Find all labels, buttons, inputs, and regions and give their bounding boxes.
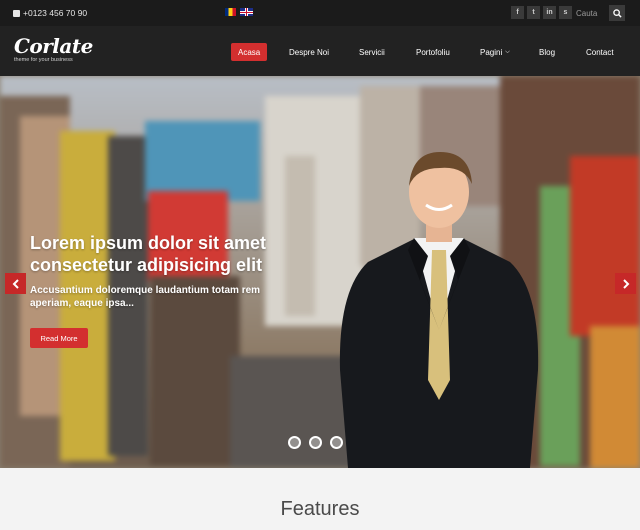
nav-label: Pagini <box>480 47 503 57</box>
chevron-right-icon <box>622 278 629 289</box>
nav-label: Despre Noi <box>289 47 330 57</box>
nav-item-portofoliu[interactable]: Portofoliu <box>409 43 457 61</box>
businessman-image <box>339 152 539 468</box>
chevron-down-icon: ⌵ <box>505 48 510 55</box>
nav-label: Servicii <box>359 47 385 57</box>
nav-item-acasa[interactable]: Acasa <box>231 43 268 61</box>
hero-subtitle: Accusantium doloremque laudantium totam … <box>30 285 261 309</box>
nav-label: Blog <box>539 47 556 57</box>
social-links: f t in s <box>511 6 572 19</box>
site-logo[interactable]: Corlate theme for your business <box>14 36 93 63</box>
nav-item-despre-noi[interactable]: Despre Noi <box>282 43 336 61</box>
top-bar: +0123 456 70 90 f t in s <box>0 0 640 26</box>
nav-item-servicii[interactable]: Servicii <box>352 43 392 61</box>
nav-label: Contact <box>586 47 614 57</box>
linkedin-icon[interactable]: in <box>543 6 556 19</box>
nav-item-pagini[interactable]: Pagini ⌵ <box>473 43 517 61</box>
uk-flag-icon[interactable] <box>240 8 253 16</box>
slider-dot-3[interactable] <box>330 436 343 449</box>
nav-item-contact[interactable]: Contact <box>579 43 621 61</box>
slider-dot-1[interactable] <box>288 436 301 449</box>
slider-next-button[interactable] <box>615 273 636 294</box>
slider-dot-2[interactable] <box>309 436 322 449</box>
chevron-left-icon <box>12 278 19 289</box>
hero-slider: Lorem ipsum dolor sit amet consectetur a… <box>0 76 640 468</box>
slider-prev-button[interactable] <box>5 273 26 294</box>
phone-number: +0123 456 70 90 <box>23 8 88 18</box>
facebook-icon[interactable]: f <box>511 6 524 19</box>
nav-label: Portofoliu <box>416 47 450 57</box>
language-switcher <box>225 8 253 16</box>
romania-flag-icon[interactable] <box>225 8 236 16</box>
slider-indicators <box>288 436 343 449</box>
phone-icon <box>13 9 20 17</box>
phone-contact: +0123 456 70 90 <box>13 8 87 18</box>
search-input[interactable] <box>576 6 606 20</box>
skype-icon[interactable]: s <box>559 6 572 19</box>
features-section: Features <box>0 468 640 530</box>
nav-label: Acasa <box>238 47 261 57</box>
search-icon <box>612 8 622 18</box>
site-header: Corlate theme for your business Acasa De… <box>0 26 640 76</box>
read-more-button[interactable]: Read More <box>30 328 88 348</box>
twitter-icon[interactable]: t <box>527 6 540 19</box>
search-button[interactable] <box>609 5 625 21</box>
hero-title: Lorem ipsum dolor sit amet consectetur a… <box>30 233 267 275</box>
nav-item-blog[interactable]: Blog <box>532 43 562 61</box>
features-heading: Features <box>280 498 360 520</box>
logo-text: Corlate <box>14 34 93 58</box>
